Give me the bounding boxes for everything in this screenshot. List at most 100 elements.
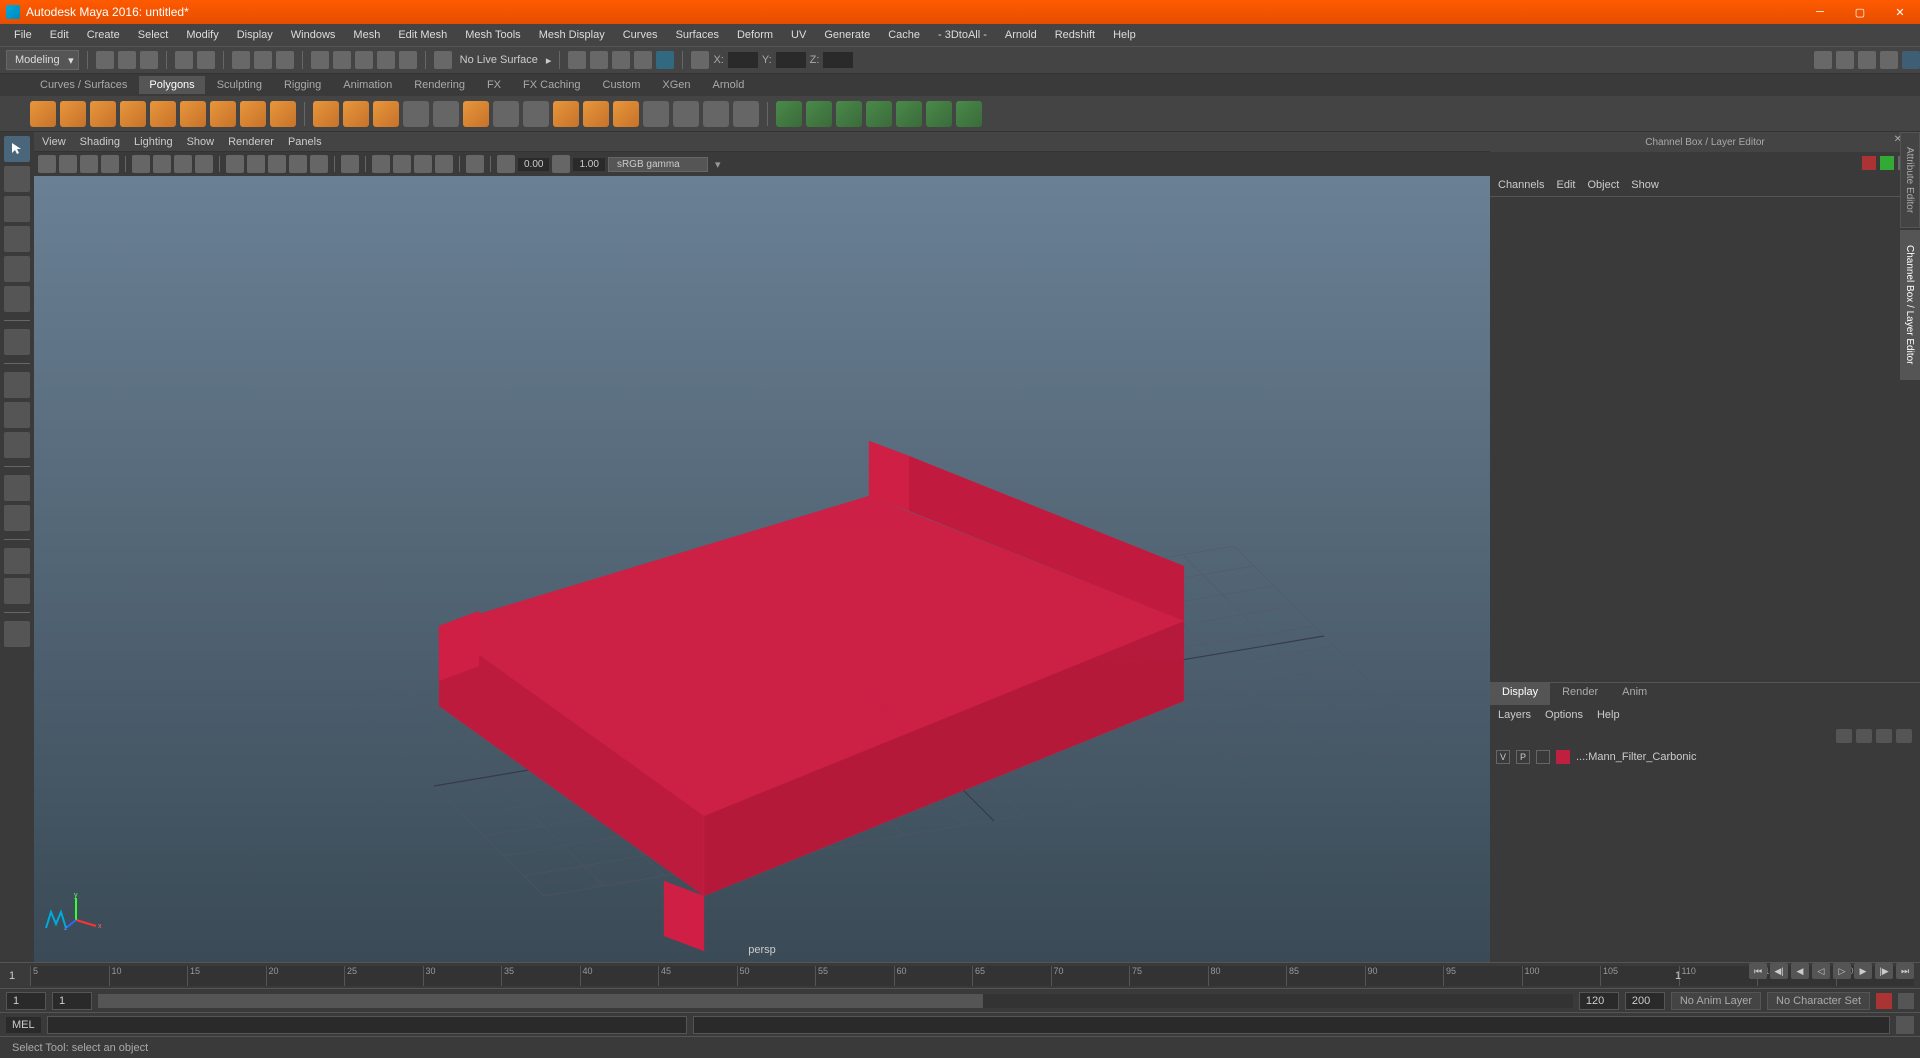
panel-menu-shading[interactable]: Shading xyxy=(80,136,120,148)
redo-icon[interactable] xyxy=(197,51,215,69)
poly-torus-icon[interactable] xyxy=(180,101,206,127)
poly-platonic-icon[interactable] xyxy=(373,101,399,127)
move-layer-up-icon[interactable] xyxy=(1836,729,1852,743)
bool-intersect-icon[interactable] xyxy=(836,101,862,127)
shelf-tab-rendering[interactable]: Rendering xyxy=(404,76,475,94)
playback-end-field[interactable]: 120 xyxy=(1579,992,1619,1010)
insert-edge-icon[interactable] xyxy=(703,101,729,127)
shelf-tab-custom[interactable]: Custom xyxy=(593,76,651,94)
current-frame-start[interactable]: 1 xyxy=(0,970,24,982)
motion-blur-icon[interactable] xyxy=(435,155,453,173)
custom-layout-icon[interactable] xyxy=(4,621,30,647)
snap-point-icon[interactable] xyxy=(355,51,373,69)
current-frame-field[interactable]: 1 xyxy=(1666,970,1690,982)
layout-custom2-icon[interactable] xyxy=(4,505,30,531)
channel-menu-channels[interactable]: Channels xyxy=(1498,179,1544,191)
lasso-select-icon[interactable] xyxy=(254,51,272,69)
scale-tool[interactable] xyxy=(4,286,30,312)
open-scene-icon[interactable] xyxy=(118,51,136,69)
channel-menu-object[interactable]: Object xyxy=(1587,179,1619,191)
panel-menu-view[interactable]: View xyxy=(42,136,66,148)
graph-editor-icon[interactable] xyxy=(4,578,30,604)
layer-playback-toggle[interactable]: P xyxy=(1516,750,1530,764)
move-layer-down-icon[interactable] xyxy=(1856,729,1872,743)
layer-menu-options[interactable]: Options xyxy=(1545,709,1583,721)
shelf-tab-arnold[interactable]: Arnold xyxy=(703,76,755,94)
layout-single-icon[interactable] xyxy=(4,372,30,398)
menu-edit[interactable]: Edit xyxy=(42,27,77,43)
poly-pyramid-icon[interactable] xyxy=(240,101,266,127)
separate-icon[interactable] xyxy=(493,101,519,127)
layer-tab-anim[interactable]: Anim xyxy=(1610,683,1659,705)
xray-icon[interactable] xyxy=(372,155,390,173)
anim-end-field[interactable]: 200 xyxy=(1625,992,1665,1010)
panel-menu-renderer[interactable]: Renderer xyxy=(228,136,274,148)
maximize-button[interactable]: ▢ xyxy=(1840,0,1880,24)
render-icon[interactable] xyxy=(590,51,608,69)
bool-diff-icon[interactable] xyxy=(806,101,832,127)
new-layer-selected-icon[interactable] xyxy=(1896,729,1912,743)
grid-toggle-icon[interactable] xyxy=(132,155,150,173)
menu-edit-mesh[interactable]: Edit Mesh xyxy=(390,27,455,43)
play-backward-button[interactable]: ◁ xyxy=(1812,963,1830,979)
poly-cylinder-icon[interactable] xyxy=(90,101,116,127)
shelf-tab-sculpting[interactable]: Sculpting xyxy=(207,76,272,94)
menu-arnold[interactable]: Arnold xyxy=(997,27,1045,43)
layout-custom1-icon[interactable] xyxy=(4,475,30,501)
channel-box-toggle-icon[interactable] xyxy=(1880,51,1898,69)
shelf-tab-rigging[interactable]: Rigging xyxy=(274,76,331,94)
coord-z-field[interactable] xyxy=(823,52,853,68)
channel-box-tab[interactable]: Channel Box / Layer Editor xyxy=(1900,230,1920,380)
snap-curve-icon[interactable] xyxy=(333,51,351,69)
isolate-select-icon[interactable] xyxy=(341,155,359,173)
coord-y-field[interactable] xyxy=(776,52,806,68)
modeling-toolkit-icon[interactable] xyxy=(1814,51,1832,69)
gamma-field[interactable]: 1.00 xyxy=(573,158,604,171)
exposure-icon[interactable] xyxy=(497,155,515,173)
exposure-field[interactable]: 0.00 xyxy=(518,158,549,171)
step-back-button[interactable]: ◀ xyxy=(1791,963,1809,979)
xray-joints-icon[interactable] xyxy=(393,155,411,173)
menu-cache[interactable]: Cache xyxy=(880,27,928,43)
poly-type-icon[interactable] xyxy=(403,101,429,127)
menu-mesh-display[interactable]: Mesh Display xyxy=(531,27,613,43)
menu-create[interactable]: Create xyxy=(79,27,128,43)
panel-layout-icon[interactable] xyxy=(691,51,709,69)
menu-modify[interactable]: Modify xyxy=(178,27,226,43)
menu-select[interactable]: Select xyxy=(130,27,177,43)
menu-file[interactable]: File xyxy=(6,27,40,43)
menu-curves[interactable]: Curves xyxy=(615,27,666,43)
target-weld-icon[interactable] xyxy=(673,101,699,127)
construction-history-icon[interactable] xyxy=(568,51,586,69)
menu-uv[interactable]: UV xyxy=(783,27,814,43)
poly-plane-icon[interactable] xyxy=(150,101,176,127)
coord-x-field[interactable] xyxy=(728,52,758,68)
attribute-editor-toggle-icon[interactable] xyxy=(1902,51,1920,69)
bridge-icon[interactable] xyxy=(583,101,609,127)
image-plane-icon[interactable] xyxy=(101,155,119,173)
shelf-tab-animation[interactable]: Animation xyxy=(333,76,402,94)
outliner-panel-icon[interactable] xyxy=(4,548,30,574)
move-tool[interactable] xyxy=(4,226,30,252)
poly-prism-icon[interactable] xyxy=(210,101,236,127)
undo-icon[interactable] xyxy=(175,51,193,69)
menu-windows[interactable]: Windows xyxy=(283,27,344,43)
snap-live-icon[interactable] xyxy=(399,51,417,69)
ao-icon[interactable] xyxy=(414,155,432,173)
panel-menu-lighting[interactable]: Lighting xyxy=(134,136,173,148)
range-track[interactable] xyxy=(98,994,1573,1008)
offset-edge-icon[interactable] xyxy=(733,101,759,127)
attribute-editor-tab[interactable]: Attribute Editor xyxy=(1900,132,1920,228)
go-to-start-button[interactable]: ⏮ xyxy=(1749,963,1767,979)
film-gate-icon[interactable] xyxy=(153,155,171,173)
select-mode-icon[interactable] xyxy=(232,51,250,69)
quad-draw-icon[interactable] xyxy=(956,101,982,127)
anim-layer-dropdown[interactable]: No Anim Layer xyxy=(1671,992,1761,1010)
play-forward-button[interactable]: ▷ xyxy=(1833,963,1851,979)
layer-tab-display[interactable]: Display xyxy=(1490,683,1550,705)
menu-surfaces[interactable]: Surfaces xyxy=(668,27,727,43)
step-back-key-button[interactable]: ◀| xyxy=(1770,963,1788,979)
layer-color-swatch[interactable] xyxy=(1556,750,1570,764)
layout-four-icon[interactable] xyxy=(4,402,30,428)
multi-cut-icon[interactable] xyxy=(643,101,669,127)
